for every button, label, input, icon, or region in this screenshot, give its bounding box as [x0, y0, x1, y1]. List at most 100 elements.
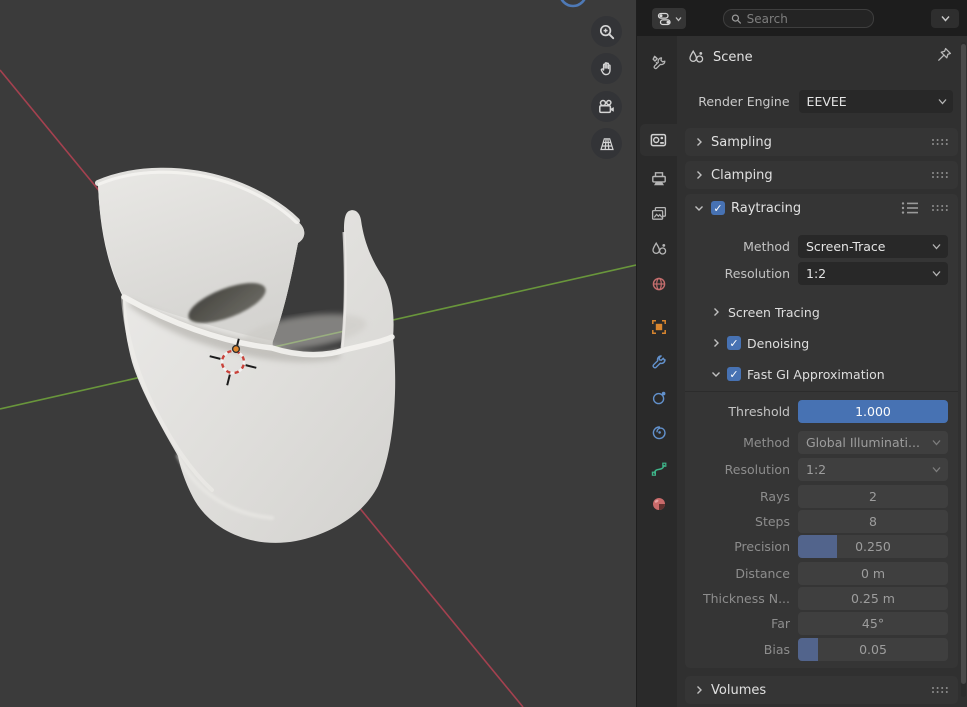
- raytracing-checkbox[interactable]: ✓: [711, 201, 725, 215]
- threshold-slider[interactable]: 1.000: [798, 400, 948, 423]
- material-icon: [650, 495, 668, 513]
- denoising-checkbox[interactable]: ✓: [727, 336, 741, 350]
- breadcrumb: Scene: [677, 46, 953, 68]
- distance-label: Distance: [685, 566, 790, 581]
- perspective-toggle-button[interactable]: [591, 128, 622, 159]
- tab-world[interactable]: [640, 269, 677, 299]
- far-label: Far: [685, 616, 790, 631]
- bias-row: Bias 0.05: [685, 637, 958, 661]
- panel-sampling[interactable]: Sampling: [685, 128, 958, 156]
- panel-volumes[interactable]: Volumes: [685, 676, 958, 704]
- chevron-right-icon: [694, 685, 704, 695]
- editor-type-button[interactable]: [652, 8, 686, 29]
- 3d-viewport[interactable]: [0, 0, 636, 707]
- tab-object-data[interactable]: [640, 454, 677, 484]
- precision-slider[interactable]: 0.250: [798, 535, 948, 558]
- properties-editor: Scene Render Engine EEVEE: [636, 0, 967, 707]
- tab-constraints[interactable]: [640, 418, 677, 448]
- render-engine-value: EEVEE: [807, 94, 847, 109]
- steps-value: 8: [869, 514, 877, 529]
- scene-breadcrumb-icon: [687, 48, 705, 66]
- raytracing-header[interactable]: ✓ Raytracing: [685, 194, 958, 222]
- drag-grip-icon[interactable]: [931, 138, 949, 146]
- far-field[interactable]: 45°: [798, 612, 948, 635]
- tool-icon: [650, 54, 668, 72]
- method-label: Method: [685, 435, 790, 450]
- chevron-down-icon: [675, 16, 682, 22]
- panel-title: Raytracing: [731, 201, 801, 216]
- method-label: Method: [685, 239, 790, 254]
- tab-render[interactable]: [640, 124, 677, 156]
- subpanel-title: Denoising: [747, 336, 809, 351]
- panel-raytracing: ✓ Raytracing Method Screen-Trace: [685, 194, 958, 668]
- drag-grip-icon[interactable]: [931, 171, 949, 179]
- rays-value: 2: [869, 489, 877, 504]
- tab-physics[interactable]: [640, 383, 677, 413]
- threshold-row: Threshold 1.000: [685, 399, 958, 423]
- fast-gi-checkbox[interactable]: ✓: [727, 367, 741, 381]
- tab-modifiers[interactable]: [640, 347, 677, 377]
- drag-grip-icon[interactable]: [931, 686, 949, 694]
- tab-scene[interactable]: [640, 234, 677, 264]
- scrollbar-thumb[interactable]: [961, 44, 966, 684]
- constraints-icon: [650, 424, 668, 442]
- subpanel-screen-tracing[interactable]: Screen Tracing: [685, 300, 958, 324]
- search-input[interactable]: [747, 12, 866, 26]
- object-properties-icon: [650, 318, 668, 336]
- tab-view-layer[interactable]: [640, 199, 677, 229]
- thickness-field[interactable]: 0.25 m: [798, 587, 948, 610]
- pin-button[interactable]: [935, 46, 953, 68]
- distance-field[interactable]: 0 m: [798, 562, 948, 585]
- tab-tool[interactable]: [640, 48, 677, 78]
- rays-row: Rays 2: [685, 484, 958, 508]
- search-icon: [731, 13, 742, 25]
- panel-title: Clamping: [711, 168, 773, 183]
- panel-clamping[interactable]: Clamping: [685, 161, 958, 189]
- steps-row: Steps 8: [685, 509, 958, 533]
- zoom-button[interactable]: [591, 16, 622, 47]
- subpanel-fast-gi[interactable]: ✓ Fast GI Approximation: [685, 362, 958, 386]
- magnifier-plus-icon: [598, 23, 616, 41]
- subpanel-denoising[interactable]: ✓ Denoising: [685, 331, 958, 355]
- pan-button[interactable]: [591, 53, 622, 84]
- steps-field[interactable]: 8: [798, 510, 948, 533]
- precision-label: Precision: [685, 539, 790, 554]
- rays-field[interactable]: 2: [798, 485, 948, 508]
- wrench-icon: [650, 353, 668, 371]
- navigation-gizmo-ring: [560, 0, 586, 6]
- raytracing-resolution-dropdown[interactable]: 1:2: [798, 262, 948, 285]
- tab-output[interactable]: [640, 164, 677, 194]
- viewport-scene: [0, 0, 636, 707]
- properties-tab-strip: [637, 36, 677, 707]
- chevron-down-icon: [694, 203, 704, 213]
- world-icon: [650, 275, 668, 293]
- view-layer-icon: [650, 205, 668, 223]
- drag-grip-icon[interactable]: [931, 204, 949, 212]
- raytracing-method-dropdown[interactable]: Screen-Trace: [798, 235, 948, 258]
- properties-header: [637, 0, 967, 36]
- breadcrumb-scene-label[interactable]: Scene: [713, 50, 753, 65]
- render-engine-label: Render Engine: [677, 94, 790, 109]
- properties-content: Scene Render Engine EEVEE: [677, 36, 967, 707]
- subpanel-title: Fast GI Approximation: [747, 367, 885, 382]
- chevron-down-icon: [932, 439, 941, 446]
- 3d-model: [98, 171, 395, 543]
- thickness-label: Thickness N...: [685, 591, 790, 606]
- chevron-right-icon: [694, 170, 704, 180]
- render-properties-icon: [649, 131, 668, 149]
- fastgi-resolution-dropdown[interactable]: 1:2: [798, 458, 948, 481]
- bias-slider[interactable]: 0.05: [798, 638, 948, 661]
- steps-label: Steps: [685, 514, 790, 529]
- bias-value: 0.05: [859, 642, 887, 657]
- fastgi-method-dropdown[interactable]: Global Illuminati...: [798, 431, 948, 454]
- physics-icon: [650, 389, 668, 407]
- tab-material[interactable]: [640, 489, 677, 519]
- filter-dropdown-button[interactable]: [931, 9, 959, 28]
- tab-object[interactable]: [640, 312, 677, 342]
- camera-view-button[interactable]: [591, 91, 622, 122]
- properties-scrollbar[interactable]: [961, 42, 966, 697]
- search-box[interactable]: [723, 9, 874, 28]
- bias-label: Bias: [685, 642, 790, 657]
- list-icon[interactable]: [901, 201, 920, 215]
- render-engine-dropdown[interactable]: EEVEE: [799, 90, 953, 113]
